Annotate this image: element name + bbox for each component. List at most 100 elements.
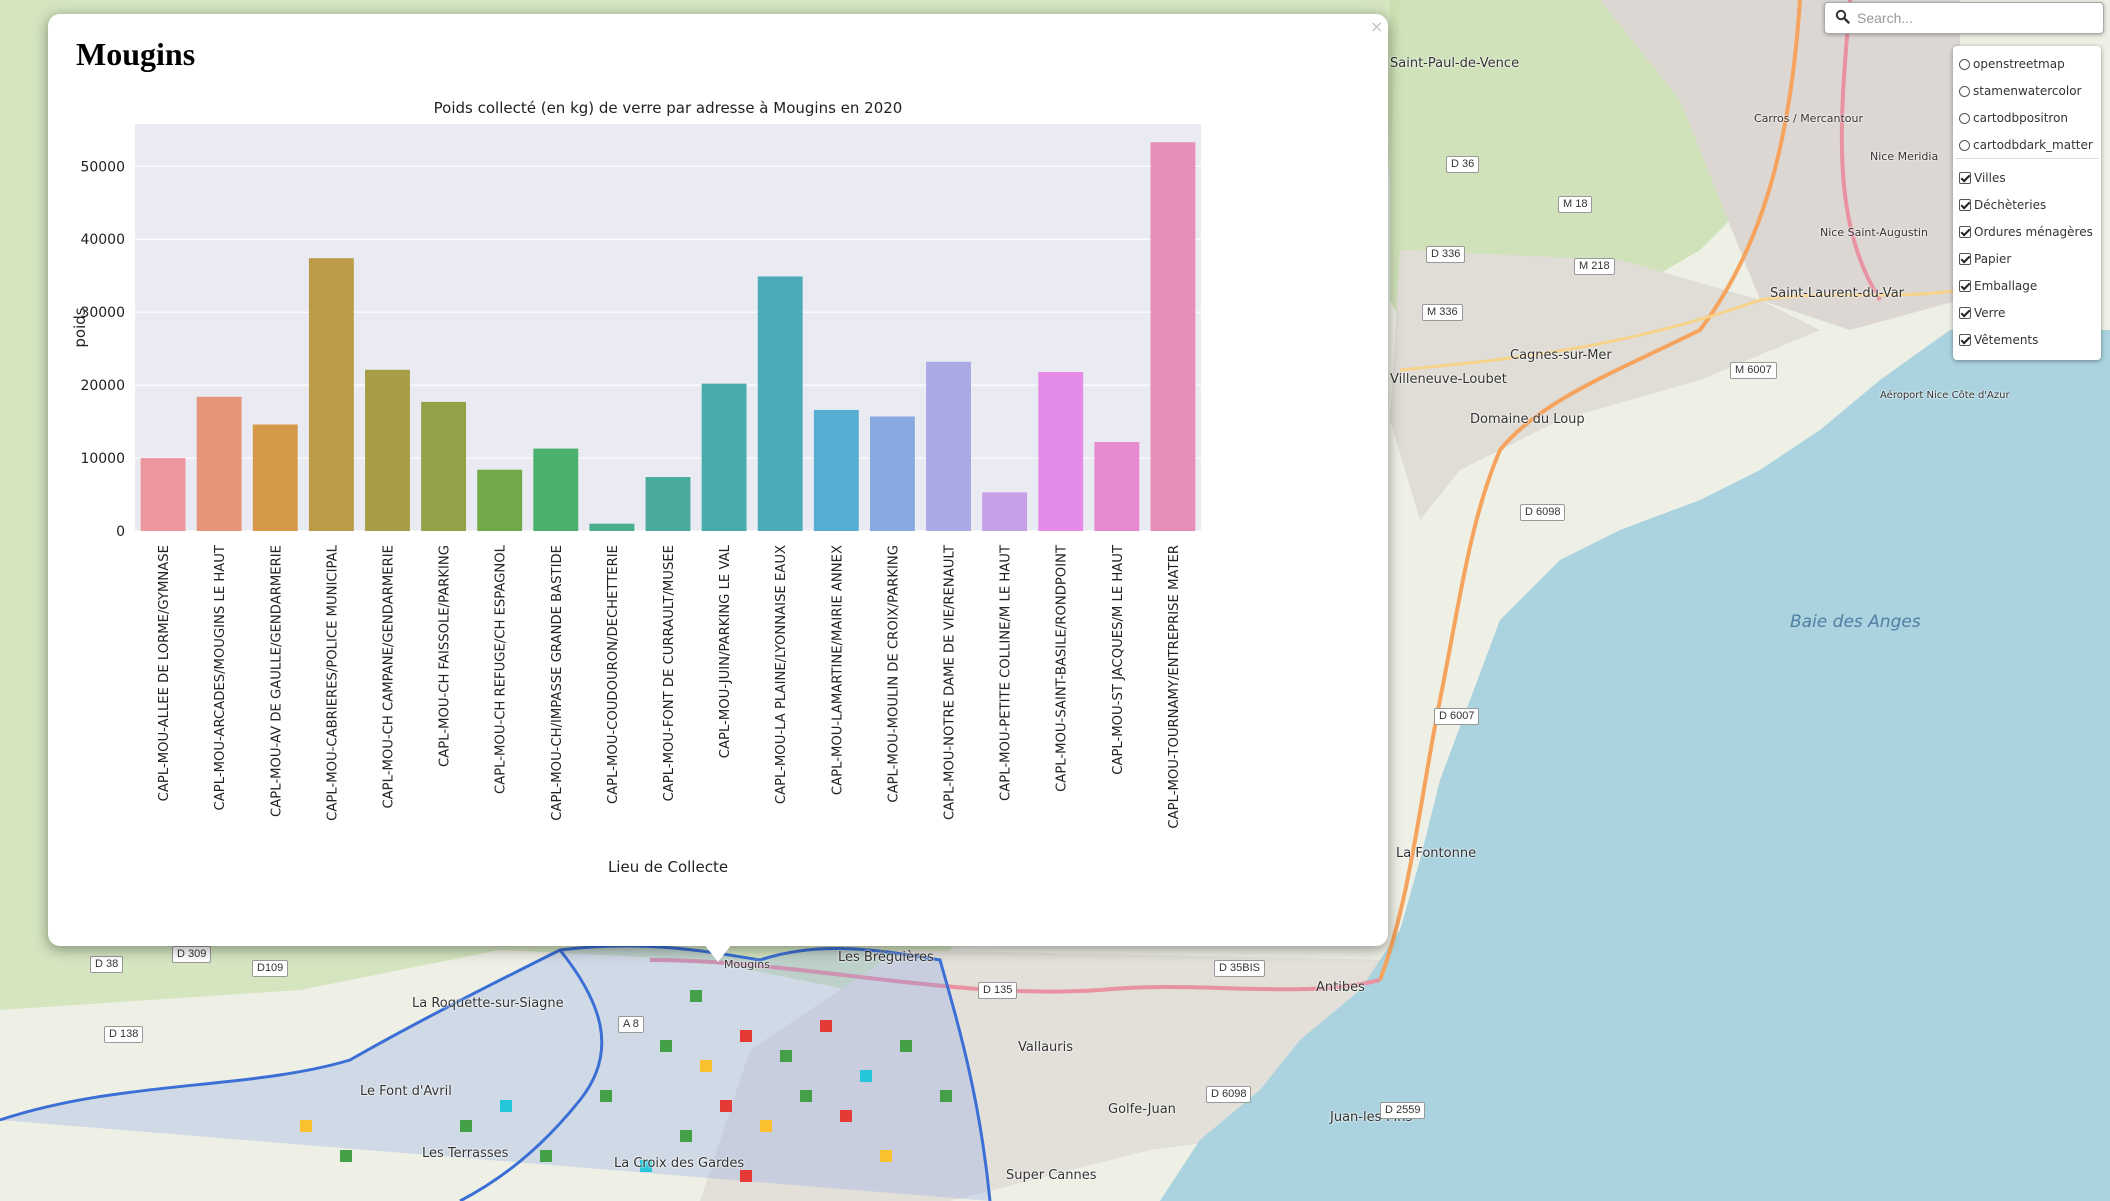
layer-label: cartodbdark_matter <box>1973 138 2093 152</box>
road-label: D 309 <box>172 946 212 963</box>
map-label: Les Bréguières <box>838 950 934 965</box>
search-box[interactable] <box>1824 2 2104 34</box>
y-tick-label: 40000 <box>80 232 125 248</box>
x-tick-label: CAPL-MOU-SAINT-BASILE/RONDPOINT <box>1055 544 1070 792</box>
radio-button[interactable] <box>1959 85 1970 97</box>
overlay-label: Papier <box>1974 252 2012 266</box>
checkbox[interactable] <box>1959 253 1971 265</box>
map-label: Super Cannes <box>1006 1168 1097 1183</box>
bar <box>1094 442 1140 531</box>
layer-separator <box>1955 158 2099 159</box>
overlay-option-villes[interactable]: Villes <box>1959 168 2006 188</box>
road-label: D 36 <box>1446 156 1480 173</box>
overlay-option-ordures-menageres[interactable]: Ordures ménagères <box>1959 222 2093 242</box>
overlay-label: Déchèteries <box>1974 198 2047 212</box>
bar <box>533 448 579 531</box>
layer-option-stamenwatercolor[interactable]: stamenwatercolor <box>1959 81 2081 101</box>
map-label: Cagnes-sur-Mer <box>1510 348 1612 363</box>
close-icon[interactable]: × <box>1370 17 1383 36</box>
layer-option-openstreetmap[interactable]: openstreetmap <box>1959 54 2065 74</box>
map-label: La Croix des Gardes <box>614 1156 745 1171</box>
x-tick-label: CAPL-MOU-COUDOURON/DECHETTERIE <box>606 545 621 804</box>
search-icon <box>1835 9 1850 29</box>
x-tick-label: CAPL-MOU-FONT DE CURRAULT/MUSEE <box>662 545 677 801</box>
road-label: M 336 <box>1422 304 1463 321</box>
overlay-label: Vêtements <box>1974 333 2039 347</box>
overlay-label: Emballage <box>1974 279 2038 293</box>
bar <box>365 369 410 531</box>
bar <box>757 276 803 531</box>
x-tick-label: CAPL-MOU-CH CAMPANE/GENDARMERIE <box>381 545 396 809</box>
x-tick-label: CAPL-MOU-LAMARTINE/MAIRIE ANNEX <box>830 545 845 795</box>
x-tick-label: CAPL-MOU-CH REFUGE/CH ESPAGNOL <box>494 544 509 794</box>
bar <box>1150 142 1196 531</box>
bar <box>926 361 971 531</box>
x-tick-label: CAPL-MOU-JUIN/PARKING LE VAL <box>718 544 733 758</box>
overlay-option-vetements[interactable]: Vêtements <box>1959 330 2038 350</box>
map-label: Nice Meridia <box>1870 150 1939 163</box>
map-label: Antibes <box>1316 980 1365 995</box>
map-label: Villeneuve-Loubet <box>1390 372 1507 387</box>
overlay-option-papier[interactable]: Papier <box>1959 249 2011 269</box>
road-label: D 135 <box>978 982 1018 999</box>
x-tick-label: CAPL-MOU-CH FAISSOLE/PARKING <box>438 545 453 767</box>
layer-label: stamenwatercolor <box>1973 84 2082 98</box>
road-label: D 35BIS <box>1214 960 1265 977</box>
popup: × Mougins 0 10000 20000 30000 40000 50000 CAPL… <box>48 14 1388 946</box>
road-label: D 336 <box>1426 246 1466 263</box>
road-label: D 138 <box>104 1026 144 1043</box>
x-tick-label: CAPL-MOU-ARCADES/MOUGINS LE HAUT <box>213 544 228 810</box>
map-label: Les Terrasses <box>422 1146 509 1161</box>
bar <box>196 396 242 531</box>
x-axis-label: Lieu de Collecte <box>608 858 728 876</box>
map-label: Golfe-Juan <box>1108 1102 1176 1117</box>
radio-button[interactable] <box>1959 112 1970 124</box>
checkbox[interactable] <box>1959 334 1971 346</box>
radio-button[interactable] <box>1959 139 1970 151</box>
checkbox[interactable] <box>1959 226 1971 238</box>
road-label: D 2559 <box>1380 1102 1426 1119</box>
checkbox[interactable] <box>1959 280 1971 292</box>
overlay-label: Villes <box>1974 171 2006 185</box>
x-tick-label: CAPL-MOU-LA PLAINE/LYONNAISE EAUX <box>774 545 789 804</box>
overlay-option-verre[interactable]: Verre <box>1959 303 2005 323</box>
overlay-option-decheteries[interactable]: Déchèteries <box>1959 195 2046 215</box>
bar <box>477 469 523 531</box>
layer-option-cartodbdark-matter[interactable]: cartodbdark_matter <box>1959 135 2093 155</box>
y-tick-label: 10000 <box>80 451 125 467</box>
x-tick-label: CAPL-MOU-ST JACQUES/M LE HAUT <box>1111 544 1126 775</box>
map-label: Vallauris <box>1018 1040 1074 1055</box>
overlay-label: Verre <box>1974 306 2006 320</box>
road-label: A 8 <box>618 1016 644 1033</box>
checkbox[interactable] <box>1959 199 1971 211</box>
y-tick-label: 0 <box>116 524 125 540</box>
y-tick-label: 50000 <box>80 159 125 175</box>
chart-title: Poids collecté (en kg) de verre par adre… <box>434 99 903 117</box>
bar <box>1038 371 1084 531</box>
checkbox[interactable] <box>1959 172 1971 184</box>
road-label: M 6007 <box>1730 362 1777 379</box>
x-tick-label: CAPL-MOU-AV DE GAULLE/GENDARMERIE <box>269 545 284 817</box>
radio-button[interactable] <box>1959 58 1970 70</box>
map-label: Le Font d'Avril <box>360 1084 452 1099</box>
road-label: D 6098 <box>1206 1086 1252 1103</box>
road-label: D 38 <box>90 956 124 973</box>
bar <box>982 492 1028 531</box>
search-input[interactable] <box>1855 7 2099 29</box>
y-axis-label: poids <box>71 307 89 347</box>
checkbox[interactable] <box>1959 307 1971 319</box>
road-label: D 6007 <box>1434 708 1480 725</box>
y-tick-label: 20000 <box>80 378 125 394</box>
popup-tip <box>704 944 732 962</box>
layer-label: cartodbpositron <box>1973 111 2069 125</box>
road-label: M 218 <box>1574 258 1615 275</box>
x-tick-label: CAPL-MOU-MOULIN DE CROIX/PARKING <box>886 545 901 803</box>
bar <box>645 477 691 531</box>
overlay-label: Ordures ménagères <box>1974 225 2093 239</box>
overlay-option-emballage[interactable]: Emballage <box>1959 276 2037 296</box>
map-label: Baie des Anges <box>1790 612 1921 632</box>
bar <box>813 409 859 531</box>
layer-control[interactable]: openstreetmap stamenwatercolor cartodbpo… <box>1953 46 2101 360</box>
layer-option-cartodbpositron[interactable]: cartodbpositron <box>1959 108 2068 128</box>
x-tick-label: CAPL-MOU-TOURNAMY/ENTREPRISE MATER <box>1167 545 1182 829</box>
